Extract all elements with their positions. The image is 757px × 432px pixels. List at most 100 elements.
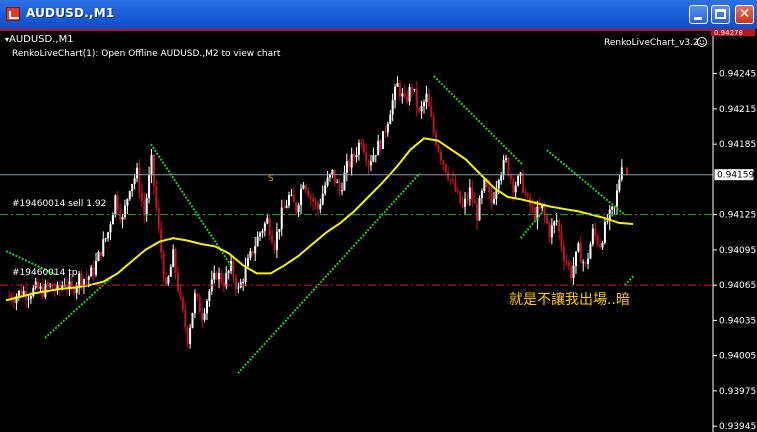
candle-body (321, 193, 324, 205)
indicator-message: RenkoLiveChart(1): Open Offline AUDUSD.,… (12, 49, 281, 59)
close-button[interactable]: ✕ (735, 5, 754, 24)
minimize-button[interactable] (689, 5, 708, 24)
chart-background (0, 29, 757, 432)
candle-body (403, 93, 406, 97)
candle-body (548, 223, 551, 238)
candle-body (596, 235, 599, 244)
candle-body (232, 261, 235, 278)
title-bar[interactable]: AUDUSD.,M1 ✕ (0, 0, 757, 30)
candle-body (524, 193, 527, 195)
candle-body (415, 88, 418, 108)
candle-body (488, 186, 491, 193)
candle-body (587, 258, 590, 264)
candle-body (143, 200, 146, 216)
candle-body (234, 277, 237, 289)
candle-body (109, 224, 112, 233)
maximize-icon (715, 9, 726, 19)
candle-body (478, 198, 481, 221)
candle-body (225, 272, 228, 287)
candle-body (287, 195, 290, 206)
candle-body (114, 195, 117, 214)
candle-body (227, 271, 230, 273)
candle-body (408, 87, 411, 102)
candle-body (133, 178, 136, 185)
candle-body (449, 179, 452, 181)
candle-body (82, 279, 85, 285)
candle (507, 156, 510, 177)
candle-body (307, 190, 310, 197)
sell-order-label: #19460014 sell 1.92 (12, 199, 106, 209)
candle-body (348, 161, 351, 168)
candle-body (338, 182, 341, 192)
candle-body (451, 179, 454, 181)
candle-body (189, 327, 192, 344)
price-tick-label: 0.94035 (719, 316, 756, 326)
candle-body (439, 151, 442, 161)
top-price-label: 0.94278 (714, 29, 743, 37)
candle-body (468, 187, 471, 200)
candle-body (208, 291, 211, 302)
candle-body (121, 217, 124, 220)
candle-body (39, 286, 42, 289)
candle-body (466, 198, 469, 200)
candle-body (577, 243, 580, 252)
price-chart[interactable]: 0.94245 0.94215 0.94185 0.94125 0.94095 0.940… (0, 29, 757, 432)
candle-body (365, 151, 368, 161)
candle-body (512, 178, 515, 193)
candle-body (222, 282, 225, 287)
symbol-label: AUDUSD.,M1 (9, 34, 74, 45)
candle-body (87, 276, 90, 280)
candle-body (123, 205, 126, 218)
candle-body (292, 194, 295, 203)
candle-body (148, 175, 151, 199)
candle-body (531, 206, 534, 208)
candle-body (116, 195, 119, 211)
candle-body (394, 86, 397, 101)
candle-body (456, 191, 459, 193)
candle-body (483, 179, 486, 192)
candle (111, 212, 114, 225)
candle (589, 241, 592, 260)
candle-body (454, 180, 457, 192)
candle-body (526, 193, 529, 197)
candle-body (92, 267, 95, 275)
chart-app-icon (6, 7, 20, 21)
candle-body (413, 88, 416, 90)
candle-body (111, 213, 114, 225)
candle-body (618, 179, 621, 191)
candle-body (259, 232, 262, 237)
candle-body (582, 262, 585, 264)
candle-body (324, 185, 327, 194)
candle-body (249, 251, 252, 259)
candle-body (341, 190, 344, 192)
candle-body (138, 167, 141, 193)
candle-body (430, 106, 433, 117)
candle-body (278, 229, 281, 232)
candle-body (589, 244, 592, 259)
candle-body (355, 154, 358, 158)
candle-body (437, 145, 440, 152)
candle-body (553, 221, 556, 226)
candle-body (427, 93, 430, 107)
candle-body (350, 154, 353, 168)
price-tick-label: 0.94065 (719, 281, 756, 291)
candle-body (343, 172, 346, 191)
candle-body (425, 93, 428, 103)
candle-body (620, 167, 623, 180)
candle-body (169, 267, 172, 277)
maximize-button[interactable] (711, 5, 730, 24)
candle-body (372, 155, 375, 162)
candle-body (157, 207, 160, 229)
candle-body (517, 176, 520, 186)
candle-body (326, 177, 329, 186)
collapse-arrow-icon[interactable]: ▾ (5, 35, 9, 44)
price-tick-label: 0.94125 (719, 211, 756, 221)
price-tick-label: 0.94005 (719, 352, 756, 362)
candle-body (471, 187, 474, 201)
candle-body (193, 293, 196, 313)
candle-body (186, 327, 189, 344)
candle (577, 241, 580, 253)
candle-body (336, 182, 339, 184)
candle-body (256, 236, 259, 247)
candle-body (594, 228, 597, 236)
